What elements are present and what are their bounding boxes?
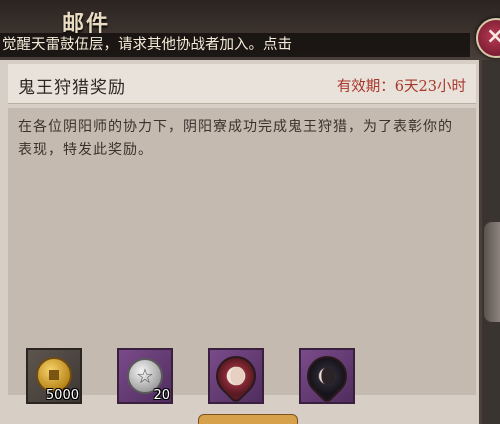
side-scroll-handle[interactable] [484,222,500,322]
reward-count: 5000 [45,388,79,403]
reward-item-shikigami-2[interactable] [298,347,356,405]
mail-validity: 有效期：6天23小时 [336,79,466,95]
reward-item-silver[interactable]: ☆ 20 [117,348,173,404]
claim-button[interactable] [198,414,298,424]
close-icon: × [486,24,500,49]
mail-title: 鬼王狩猎奖励 [18,78,126,98]
notification-banner[interactable]: 觉醒天雷鼓伍层，请求其他协战者加入。点击 [0,33,470,57]
mail-header: 鬼王狩猎奖励 有效期：6天23小时 [8,64,476,104]
banner-text: 觉醒天雷鼓伍层，请求其他协战者加入。点击 [2,37,292,53]
reward-item-gold[interactable]: 5000 [26,348,82,404]
reward-count: 20 [153,388,170,403]
reward-item-shikigami-1[interactable] [207,347,265,405]
mail-body-text: 在各位阴阳师的协力下，阴阳寮成功完成鬼王狩猎，为了表彰你的表现，特发此奖励。 [18,119,453,158]
